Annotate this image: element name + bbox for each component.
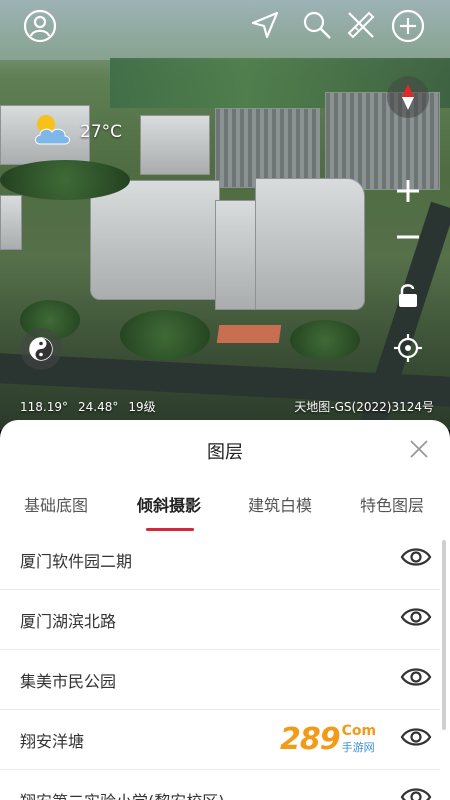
zoom-level: 19级 — [128, 400, 156, 414]
layer-name: 厦门软件园二期 — [20, 552, 133, 571]
list-item[interactable]: 厦门湖滨北路 — [0, 590, 440, 650]
map-building — [140, 115, 210, 175]
map-trees — [290, 320, 360, 360]
map-view[interactable]: 27°C 118.19° 24.48° 19级 天地图-GS(2022)3124号 — [0, 0, 450, 430]
weather-widget: 27°C — [30, 112, 122, 152]
eye-icon[interactable] — [400, 665, 432, 689]
eye-icon[interactable] — [400, 545, 432, 569]
add-icon[interactable] — [390, 8, 426, 44]
user-icon[interactable] — [22, 8, 58, 44]
layer-name: 厦门湖滨北路 — [20, 612, 117, 631]
map-main-building — [215, 200, 260, 310]
tab-base-map[interactable]: 基础底图 — [24, 492, 88, 516]
tab-featured-layers[interactable]: 特色图层 — [360, 492, 424, 516]
layer-name: 翔安洋塘 — [20, 732, 85, 751]
compass-icon[interactable] — [387, 76, 429, 118]
map-building — [215, 108, 320, 188]
map-attribution: 天地图-GS(2022)3124号 — [294, 400, 434, 414]
map-main-building — [255, 178, 365, 310]
list-item[interactable]: 集美市民公园 — [0, 650, 440, 710]
zoom-out-icon[interactable] — [393, 222, 423, 252]
watermark-logo: 289 Com 手游网 — [280, 716, 430, 762]
map-roof — [216, 325, 282, 343]
watermark-main: 289 — [280, 721, 341, 757]
layer-tabs: 基础底图 倾斜摄影 建筑白模 特色图层 — [0, 492, 450, 532]
map-building — [0, 195, 22, 250]
longitude: 118.19° — [20, 400, 68, 414]
search-icon[interactable] — [300, 8, 334, 42]
coordinate-readout: 118.19° 24.48° 19级 — [20, 398, 166, 415]
list-scrollbar[interactable] — [442, 540, 446, 730]
navigate-icon[interactable] — [248, 8, 282, 42]
watermark-suffix: Com — [341, 723, 377, 739]
yin-yang-icon[interactable] — [20, 328, 62, 370]
eye-icon[interactable] — [400, 785, 432, 800]
measure-tools-icon[interactable] — [344, 8, 378, 42]
eye-icon[interactable] — [400, 605, 432, 629]
partly-cloudy-icon — [30, 112, 74, 152]
map-trees — [120, 310, 210, 360]
tab-building-white-model[interactable]: 建筑白模 — [248, 492, 312, 516]
panel-title: 图层 — [207, 442, 243, 463]
list-item[interactable]: 厦门软件园二期 — [0, 530, 440, 590]
temperature: 27°C — [80, 122, 123, 142]
zoom-in-icon[interactable] — [393, 176, 423, 206]
locate-icon[interactable] — [392, 332, 424, 364]
latitude: 24.48° — [78, 400, 119, 414]
layer-name: 翔安第二实验小学(黎安校区) — [20, 788, 225, 800]
map-trees — [0, 160, 130, 200]
close-icon[interactable] — [408, 438, 430, 460]
map-main-building — [90, 180, 220, 300]
tab-oblique-photography[interactable]: 倾斜摄影 — [137, 492, 201, 516]
watermark-sub: 手游网 — [341, 741, 375, 754]
lock-icon[interactable] — [396, 282, 420, 308]
layer-name: 集美市民公园 — [20, 672, 117, 691]
map-sea-area — [0, 0, 450, 60]
list-item[interactable]: 翔安第二实验小学(黎安校区) — [0, 770, 440, 800]
